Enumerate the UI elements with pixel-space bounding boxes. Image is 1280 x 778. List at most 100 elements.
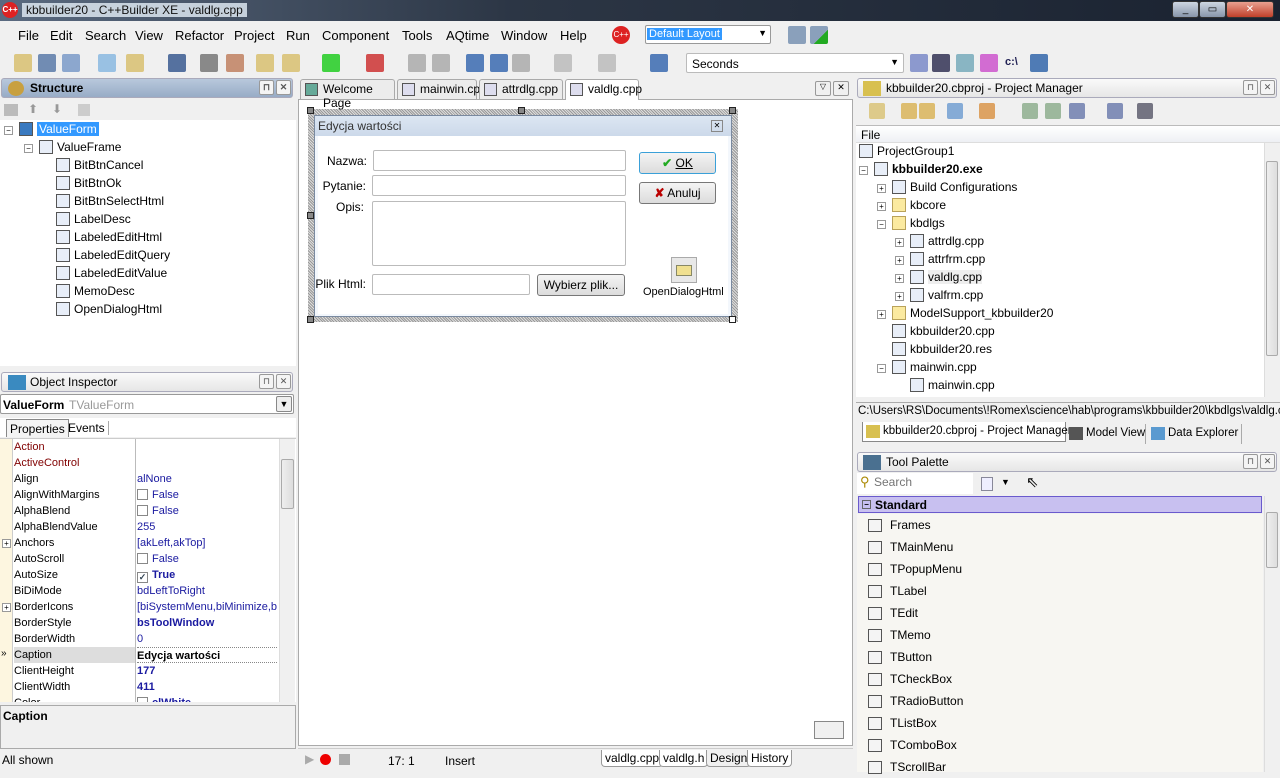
- palette-item-tcombobox[interactable]: TComboBox: [868, 738, 957, 756]
- menu-help[interactable]: Help: [560, 28, 587, 43]
- collapse-icon[interactable]: −: [859, 166, 868, 175]
- checkbox[interactable]: [137, 697, 148, 702]
- categories-icon[interactable]: [981, 477, 993, 491]
- pm-toolbar-icon[interactable]: [1045, 103, 1061, 119]
- name-field[interactable]: [373, 150, 626, 171]
- tree-node-component[interactable]: BitBtnCancel: [56, 158, 143, 176]
- toolbar-button-icon[interactable]: [910, 54, 928, 72]
- property-value[interactable]: bdLeftToRight: [137, 583, 277, 599]
- toolbar-button-icon[interactable]: [650, 54, 668, 72]
- toolbar-button-icon[interactable]: [126, 54, 144, 72]
- property-value[interactable]: 177: [137, 663, 277, 679]
- tab-data-explorer[interactable]: Data Explorer: [1148, 424, 1242, 444]
- expand-icon[interactable]: +: [2, 603, 11, 612]
- expand-icon[interactable]: +: [895, 274, 904, 283]
- record-icon[interactable]: [320, 754, 331, 765]
- column-header[interactable]: File: [856, 125, 1280, 143]
- toolbar-button-icon[interactable]: [490, 54, 508, 72]
- menu-refactor[interactable]: Refactor: [175, 28, 224, 43]
- toolbar-button-icon[interactable]: [466, 54, 484, 72]
- tree-node-frame[interactable]: − ValueFrame: [24, 140, 121, 158]
- chevron-down-icon[interactable]: ▼: [276, 396, 292, 412]
- property-value[interactable]: clWhite: [137, 695, 277, 702]
- bottom-tab-valdlg-cpp[interactable]: valdlg.cpp: [601, 750, 664, 767]
- pm-toolbar-icon[interactable]: [1107, 103, 1123, 119]
- tab-properties[interactable]: Properties: [6, 419, 69, 437]
- property-value[interactable]: ✓ True: [137, 567, 277, 583]
- minimize-button[interactable]: _: [1172, 1, 1199, 18]
- pointer-icon[interactable]: ⇖: [1026, 473, 1039, 491]
- toolbar-button-icon[interactable]: [282, 54, 300, 72]
- inspector-scrollbar[interactable]: [279, 439, 295, 702]
- close-tab-button[interactable]: ✕: [833, 81, 849, 96]
- tree-node-component[interactable]: MemoDesc: [56, 284, 135, 302]
- bottom-tab-design[interactable]: Design: [706, 750, 752, 767]
- menu-file[interactable]: File: [18, 28, 39, 43]
- property-value[interactable]: False: [137, 487, 277, 503]
- bottom-tab-history[interactable]: History: [747, 750, 793, 767]
- toolbar-button-icon[interactable]: [1030, 54, 1048, 72]
- tab-attrdlg-cpp[interactable]: attrdlg.cpp: [479, 79, 563, 99]
- palette-item-tedit[interactable]: TEdit: [868, 606, 918, 624]
- palette-scrollbar[interactable]: [1264, 496, 1279, 772]
- property-value[interactable]: False: [137, 503, 277, 519]
- project-node[interactable]: + attrdlg.cpp: [895, 234, 984, 252]
- property-value[interactable]: [biSystemMenu,biMinimize,biMaximize]: [137, 599, 277, 615]
- palette-item-tcheckbox[interactable]: TCheckBox: [868, 672, 952, 690]
- form-value-form[interactable]: Edycja wartości ✕ Nazwa: Pytanie: Opis: …: [314, 115, 732, 317]
- expand-icon[interactable]: +: [877, 184, 886, 193]
- move-up-icon[interactable]: ⬆: [28, 102, 38, 116]
- property-name[interactable]: Caption: [14, 647, 52, 663]
- palette-item-tlistbox[interactable]: TListBox: [868, 716, 937, 734]
- property-value[interactable]: [137, 439, 277, 455]
- menu-view[interactable]: View: [135, 28, 163, 43]
- toolbar-button-icon[interactable]: [598, 54, 616, 72]
- project-tree-scrollbar[interactable]: [1264, 143, 1279, 397]
- menu-run[interactable]: Run: [286, 28, 310, 43]
- tab-events[interactable]: Events: [68, 421, 109, 435]
- expand-icon[interactable]: +: [895, 238, 904, 247]
- property-name[interactable]: ActiveControl: [14, 455, 79, 471]
- property-value[interactable]: 411: [137, 679, 277, 695]
- tab-welcome-page[interactable]: Welcome Page: [300, 79, 395, 110]
- property-name[interactable]: BiDiMode: [14, 583, 62, 599]
- resize-handle[interactable]: [518, 107, 525, 114]
- checkbox[interactable]: [137, 553, 148, 564]
- form-preview-button[interactable]: [814, 721, 844, 739]
- pm-toolbar-icon[interactable]: [869, 103, 885, 119]
- project-node[interactable]: + attrfrm.cpp: [895, 252, 985, 270]
- delete-icon[interactable]: [78, 104, 90, 116]
- menu-component[interactable]: Component: [322, 28, 389, 43]
- checkbox[interactable]: [137, 489, 148, 500]
- bottom-tab-valdlg-h[interactable]: valdlg.h: [659, 750, 709, 767]
- menu-window[interactable]: Window: [501, 28, 547, 43]
- toolbar-button-icon[interactable]: [14, 54, 32, 72]
- toolbar-button-icon[interactable]: [432, 54, 450, 72]
- close-panel-button[interactable]: ✕: [1260, 454, 1275, 469]
- expand-icon[interactable]: +: [2, 539, 11, 548]
- property-name[interactable]: BorderStyle: [14, 615, 71, 631]
- project-node[interactable]: kbbuilder20.res: [877, 342, 992, 360]
- tree-node-component[interactable]: LabelDesc: [56, 212, 131, 230]
- expand-icon[interactable]: +: [877, 310, 886, 319]
- close-panel-button[interactable]: ✕: [276, 374, 291, 389]
- object-selector-combo[interactable]: ValueForm TValueForm ▼: [0, 394, 294, 414]
- command-prompt-button[interactable]: c:\: [1005, 56, 1018, 68]
- resize-handle[interactable]: [307, 212, 314, 219]
- layout-combo[interactable]: Default Layout ▼: [645, 25, 771, 44]
- project-node[interactable]: − kbdlgs: [877, 216, 945, 234]
- save-layout-icon[interactable]: [788, 26, 806, 44]
- chevron-down-icon[interactable]: ▼: [1001, 477, 1010, 487]
- cancel-button[interactable]: ✘ Anuluj: [639, 182, 716, 204]
- close-panel-button[interactable]: ✕: [1260, 80, 1275, 95]
- palette-item-tmainmenu[interactable]: TMainMenu: [868, 540, 953, 558]
- property-name[interactable]: ClientHeight: [14, 663, 74, 679]
- resize-handle[interactable]: [307, 316, 314, 323]
- property-name[interactable]: Color: [14, 695, 40, 702]
- palette-item-frames[interactable]: Frames: [868, 518, 931, 536]
- resize-handle[interactable]: [729, 107, 736, 114]
- run-icon[interactable]: ▶: [305, 752, 314, 766]
- menu-tools[interactable]: Tools: [402, 28, 432, 43]
- menu-search[interactable]: Search: [85, 28, 126, 43]
- move-down-icon[interactable]: ⬇: [52, 102, 62, 116]
